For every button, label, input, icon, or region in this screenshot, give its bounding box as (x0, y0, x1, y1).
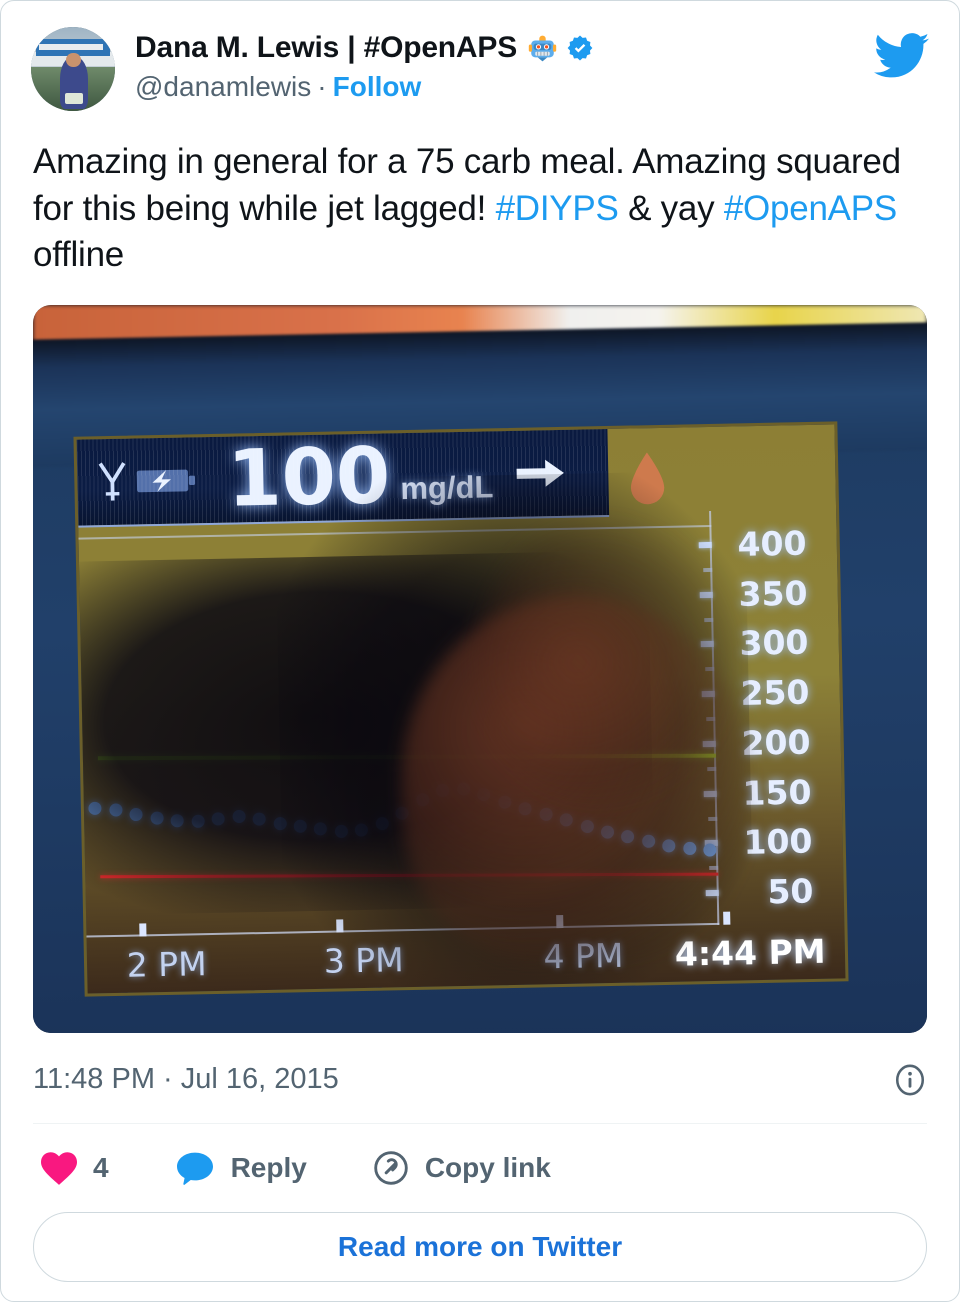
heart-icon[interactable] (39, 1150, 79, 1186)
photo-scene: 100 mg/dL 50100150200250300350400 (33, 304, 927, 1033)
avatar-head (66, 53, 81, 68)
y-label-300: 300 (739, 622, 809, 663)
author-name-line: Dana M. Lewis | #OpenAPS (135, 31, 874, 65)
tweet-text: Amazing in general for a 75 carb meal. A… (1, 111, 959, 279)
x-tick-0 (139, 923, 147, 937)
tweet-photo[interactable]: 100 mg/dL 50100150200250300350400 (33, 304, 927, 1033)
hashtag-diyps[interactable]: #DIYPS (496, 189, 619, 228)
y-label-350: 350 (738, 572, 808, 614)
read-more-container: Read more on Twitter (1, 1208, 959, 1282)
y-label-250: 250 (740, 672, 810, 713)
tweet-text-part-2: & yay (618, 188, 724, 228)
verified-icon (567, 35, 593, 61)
avatar[interactable] (31, 27, 115, 111)
like-count: 4 (93, 1151, 109, 1183)
y-label-50: 50 (767, 871, 814, 912)
tweet-meta: 11:48 PM · Jul 16, 2015 (1, 1033, 959, 1123)
reply-button[interactable]: Reply (109, 1150, 307, 1186)
author-block: Dana M. Lewis | #OpenAPS @danamlewis · F… (135, 27, 874, 103)
antenna-icon (98, 461, 126, 501)
tweet-text-part-3: offline (33, 235, 125, 275)
copy-link-button[interactable]: Copy link (307, 1150, 551, 1186)
y-label-100: 100 (743, 821, 813, 862)
info-icon[interactable] (893, 1063, 927, 1097)
timestamp: 11:48 PM · Jul 16, 2015 (33, 1063, 339, 1096)
y-label-400: 400 (737, 523, 807, 564)
y-label-150: 150 (742, 771, 812, 813)
copy-link-label: Copy link (424, 1151, 551, 1183)
hashtag-openaps[interactable]: #OpenAPS (724, 189, 897, 228)
handle-separator: · (317, 71, 327, 102)
x-label-2-pm: 2 PM (126, 943, 207, 985)
battery-icon (136, 469, 196, 492)
author-handle-line: @danamlewis · Follow (135, 71, 874, 103)
avatar-race-bib (64, 92, 84, 105)
robot-emoji (528, 35, 557, 61)
reply-label: Reply (230, 1151, 307, 1183)
twitter-bird-icon[interactable] (874, 33, 929, 79)
avatar-banner-text (39, 43, 104, 50)
tweet-actions: 4 Reply Copy link (1, 1124, 959, 1208)
cgm-screen: 100 mg/dL 50100150200250300350400 (73, 421, 849, 997)
like-button[interactable]: 4 (39, 1150, 109, 1186)
author-handle[interactable]: @danamlewis (135, 71, 311, 102)
author-display-name[interactable]: Dana M. Lewis | #OpenAPS (135, 31, 517, 65)
tweet-card: Dana M. Lewis | #OpenAPS @danamlewis · F… (0, 0, 960, 1302)
link-icon[interactable] (373, 1150, 409, 1186)
read-more-button[interactable]: Read more on Twitter (33, 1211, 927, 1282)
reply-bubble-icon[interactable] (175, 1150, 215, 1186)
tweet-header: Dana M. Lewis | #OpenAPS @danamlewis · F… (1, 1, 959, 111)
y-label-200: 200 (741, 722, 811, 763)
follow-link[interactable]: Follow (333, 71, 422, 102)
